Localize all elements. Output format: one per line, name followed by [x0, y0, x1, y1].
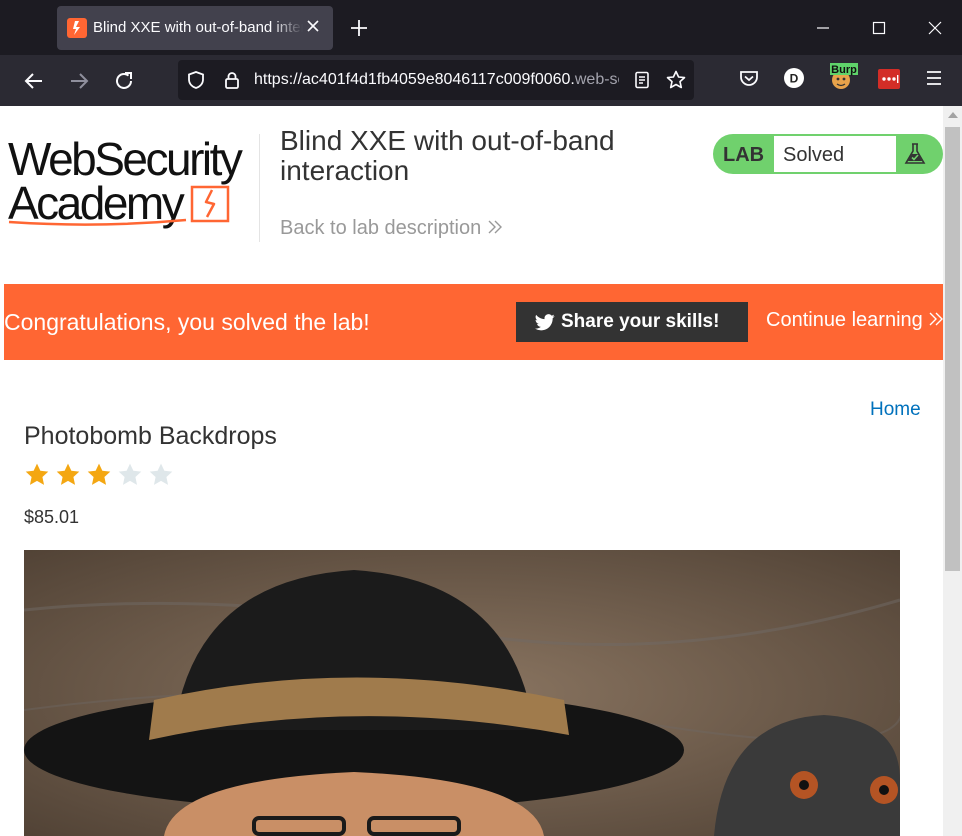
product-price: $85.01	[24, 507, 80, 527]
tracking-protection-shield-icon[interactable]	[186, 70, 206, 95]
close-tab-icon[interactable]	[303, 16, 323, 36]
url-path: web-security-academy.net/product?product…	[574, 71, 619, 88]
back-link-label: Back to lab description	[280, 217, 482, 239]
double-chevron-right-icon	[488, 220, 502, 234]
lab-badge-label: LAB	[723, 144, 765, 166]
product-image	[24, 550, 900, 836]
new-tab-icon[interactable]	[348, 17, 370, 39]
tab-bar: Blind XXE with out-of-band interaction	[0, 0, 962, 55]
back-arrow-icon[interactable]	[22, 69, 46, 93]
navigation-toolbar: https://ac401f4d1fb4059e8046117c009f0060…	[0, 55, 962, 106]
share-your-skills-button[interactable]: Share your skills!	[516, 302, 748, 342]
burp-extension-icon[interactable]: Burp	[828, 63, 858, 96]
double-chevron-right-icon	[929, 312, 943, 326]
pocket-icon[interactable]	[738, 67, 760, 94]
address-bar[interactable]: https://ac401f4d1fb4059e8046117c009f0060…	[178, 60, 694, 100]
lab-title: Blind XXE with out-of-band interaction	[280, 125, 615, 186]
star-empty-icon	[149, 463, 173, 485]
congratulations-banner: Congratulations, you solved the lab! Sha…	[4, 284, 943, 360]
continue-learning-label: Continue learning	[766, 309, 923, 331]
twitter-bird-icon	[535, 314, 555, 331]
profile-initial: D	[790, 72, 799, 86]
continue-learning-link[interactable]: Continue learning	[766, 309, 943, 332]
page-scrollbar[interactable]	[943, 106, 962, 836]
flask-icon	[904, 143, 926, 164]
logo-swoosh-icon	[8, 185, 230, 226]
burp-label: Burp	[831, 64, 857, 76]
star-filled-icon	[56, 463, 80, 485]
padlock-icon[interactable]	[222, 70, 242, 95]
lab-status-box: Solved	[774, 136, 896, 172]
photobomb-photo	[24, 550, 900, 836]
profile-avatar-icon[interactable]: D	[783, 67, 805, 94]
tab-title: Blind XXE with out-of-band interaction	[93, 19, 303, 36]
academy-favicon-icon	[67, 18, 87, 38]
close-window-icon[interactable]	[924, 17, 946, 39]
reader-view-icon[interactable]	[632, 70, 652, 95]
share-button-label: Share your skills!	[561, 311, 720, 332]
scrollbar-thumb[interactable]	[945, 127, 960, 571]
home-link[interactable]: Home	[870, 399, 921, 421]
lab-status-badge: LAB Solved	[713, 134, 943, 174]
lab-status-text: Solved	[783, 144, 845, 166]
url-text[interactable]: https://ac401f4d1fb4059e8046117c009f0060…	[254, 71, 619, 89]
url-main: https://ac401f4d1fb4059e8046117c009f0060…	[254, 71, 575, 88]
web-page: WebSecurity Academy Blind XXE with out-o…	[0, 106, 943, 836]
star-rating	[24, 462, 179, 490]
bookmark-star-icon[interactable]	[665, 69, 687, 96]
product-title: Photobomb Backdrops	[24, 422, 277, 450]
star-filled-icon	[25, 463, 49, 485]
reload-icon[interactable]	[112, 69, 136, 93]
star-empty-icon	[118, 463, 142, 485]
congratulations-message: Congratulations, you solved the lab!	[4, 309, 370, 335]
web-security-academy-logo[interactable]: WebSecurity Academy	[8, 132, 258, 229]
maximize-window-icon[interactable]	[868, 17, 890, 39]
star-filled-icon	[87, 463, 111, 485]
back-to-lab-description-link[interactable]: Back to lab description	[280, 217, 503, 240]
forward-arrow-icon[interactable]	[67, 69, 91, 93]
minimize-window-icon[interactable]	[812, 17, 834, 39]
password-manager-icon[interactable]	[878, 69, 900, 94]
scroll-up-arrow-icon[interactable]	[948, 112, 958, 118]
browser-tab[interactable]: Blind XXE with out-of-band interaction	[57, 6, 333, 50]
header-divider	[259, 134, 260, 242]
hamburger-menu-icon[interactable]	[924, 67, 944, 94]
